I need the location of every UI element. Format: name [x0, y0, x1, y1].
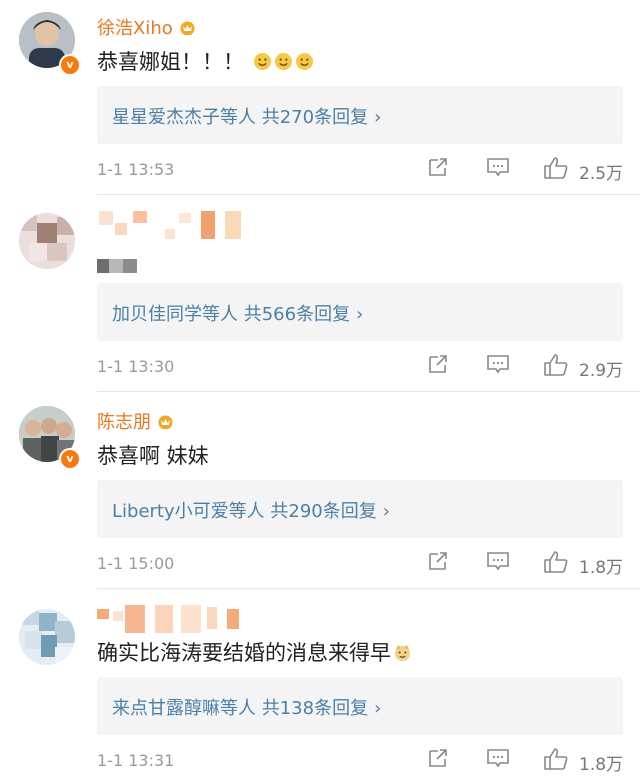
reply-summary-link[interactable]: Liberty小可爱等人 共290条回复 ›	[112, 497, 390, 523]
username[interactable]	[97, 605, 247, 633]
comment-time: 1-1 13:30	[97, 357, 175, 376]
comment-item: v 徐浩Xiho 恭喜娜姐！！！ 星星爱杰杰子等人 共270条回复 › 1-1 1…	[0, 0, 640, 196]
chevron-right-icon: ›	[356, 304, 364, 325]
comment-icon	[487, 552, 509, 571]
divider	[97, 391, 640, 392]
reply-summary-box[interactable]: 来点甘露醇嘛等人 共138条回复 ›	[97, 677, 623, 735]
thumbs-up-icon	[544, 748, 568, 770]
comment-item: 加贝佳同学等人 共566条回复 › 1-1 13:30 2.9万	[0, 197, 640, 393]
avatar[interactable]	[19, 213, 75, 269]
share-icon	[429, 158, 447, 176]
comment-button[interactable]	[486, 550, 510, 572]
reply-summary-box[interactable]: 加贝佳同学等人 共566条回复 ›	[97, 283, 623, 341]
comment-button[interactable]	[486, 353, 510, 375]
comment-button[interactable]	[486, 156, 510, 178]
doge-emoji-icon	[394, 644, 411, 662]
chevron-right-icon: ›	[374, 698, 382, 719]
thumbs-up-icon	[544, 551, 568, 573]
thumbs-up-icon	[544, 157, 568, 179]
like-count: 2.9万	[579, 361, 624, 381]
smile-emoji-icon	[253, 52, 271, 71]
comment-item: v 陈志朋 恭喜啊 妹妹 Liberty小可爱等人 共290条回复 › 1-1 1…	[0, 394, 640, 590]
smile-emoji-icon	[295, 52, 313, 71]
like-button[interactable]	[543, 156, 569, 180]
verified-badge-icon: v	[59, 448, 81, 470]
share-button[interactable]	[427, 353, 449, 375]
crown-icon	[180, 21, 195, 35]
reply-summary-link[interactable]: 加贝佳同学等人 共566条回复 ›	[112, 300, 363, 326]
verified-badge-icon: v	[59, 54, 81, 76]
username[interactable]: 徐浩Xiho	[97, 14, 196, 40]
like-count: 1.8万	[579, 755, 624, 775]
comment-button[interactable]	[486, 747, 510, 769]
share-icon	[429, 355, 447, 373]
username[interactable]: 陈志朋	[97, 408, 174, 434]
comment-text: 恭喜啊 妹妹	[97, 444, 209, 468]
comment-time: 1-1 13:31	[97, 751, 175, 770]
divider	[97, 194, 640, 195]
comment-time: 1-1 13:53	[97, 160, 175, 179]
comment-text: 恭喜娜姐！！！	[97, 46, 314, 76]
like-button[interactable]	[543, 747, 569, 771]
share-icon	[429, 552, 447, 570]
share-button[interactable]	[427, 747, 449, 769]
share-icon	[429, 749, 447, 767]
username[interactable]	[97, 211, 247, 241]
comment-text	[97, 253, 137, 277]
crown-icon	[158, 415, 173, 429]
divider	[97, 588, 640, 589]
like-count: 2.5万	[579, 164, 624, 184]
comment-icon	[487, 355, 509, 374]
reply-summary-box[interactable]: Liberty小可爱等人 共290条回复 ›	[97, 480, 623, 538]
comment-item: 确实比海涛要结婚的消息来得早 来点甘露醇嘛等人 共138条回复 › 1-1 13:…	[0, 591, 640, 784]
blurred-text	[97, 259, 137, 273]
share-button[interactable]	[427, 550, 449, 572]
reply-summary-box[interactable]: 星星爱杰杰子等人 共270条回复 ›	[97, 86, 623, 144]
comment-icon	[487, 749, 509, 768]
comment-text: 确实比海涛要结婚的消息来得早	[97, 637, 412, 667]
avatar[interactable]	[19, 609, 75, 665]
like-button[interactable]	[543, 550, 569, 574]
chevron-right-icon: ›	[374, 107, 382, 128]
chevron-right-icon: ›	[382, 501, 390, 522]
reply-summary-link[interactable]: 星星爱杰杰子等人 共270条回复 ›	[112, 103, 381, 129]
like-count: 1.8万	[579, 558, 624, 578]
share-button[interactable]	[427, 156, 449, 178]
reply-summary-link[interactable]: 来点甘露醇嘛等人 共138条回复 ›	[112, 694, 381, 720]
thumbs-up-icon	[544, 354, 568, 376]
like-button[interactable]	[543, 353, 569, 377]
smile-emoji-icon	[274, 52, 292, 71]
comment-time: 1-1 15:00	[97, 554, 175, 573]
comment-icon	[487, 158, 509, 177]
